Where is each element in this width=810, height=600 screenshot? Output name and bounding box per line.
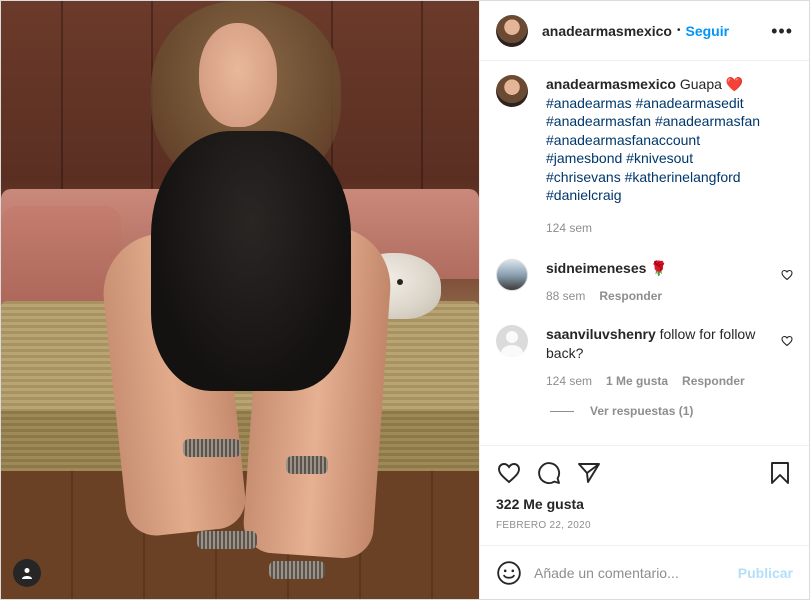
- bookmark-icon: [771, 462, 789, 484]
- paper-plane-icon: [578, 463, 600, 483]
- caption-text: Guapa: [679, 76, 722, 92]
- caption: anadearmasmexico Guapa ❤️ #anadearmas #a…: [496, 75, 793, 235]
- woman-face: [199, 23, 277, 127]
- like-button[interactable]: [496, 460, 522, 486]
- user-tag-button[interactable]: [13, 559, 41, 587]
- dog-eye: [397, 279, 403, 285]
- comment-button[interactable]: [536, 460, 562, 486]
- save-button[interactable]: [767, 460, 793, 486]
- comment-text: 🌹: [650, 259, 668, 276]
- woman-body: [151, 131, 351, 391]
- comments-list[interactable]: anadearmasmexico Guapa ❤️ #anadearmas #a…: [480, 61, 809, 445]
- shoe-strap: [286, 456, 328, 474]
- shoe-strap: [183, 439, 241, 457]
- post-actions: 322 Me gusta FEBRERO 22, 2020: [480, 445, 809, 531]
- avatar[interactable]: [496, 258, 528, 291]
- post-photo[interactable]: [1, 1, 479, 599]
- caption-username[interactable]: anadearmasmexico: [546, 76, 676, 92]
- smiley-icon[interactable]: [496, 560, 522, 586]
- user-tag-icon: [22, 568, 32, 579]
- comment-item: sidneimeneses 🌹 88 sem Responder: [496, 258, 793, 303]
- heart-icon: [498, 463, 520, 484]
- caption-hashtags[interactable]: #anadearmas #anadearmasedit #anadearmasf…: [546, 95, 760, 204]
- comment-username[interactable]: saanviluvshenry: [546, 326, 656, 342]
- comment-likes[interactable]: 1 Me gusta: [606, 374, 668, 388]
- caption-time[interactable]: 124 sem: [546, 221, 592, 235]
- avatar[interactable]: [496, 14, 528, 47]
- reply-button[interactable]: Responder: [599, 289, 662, 303]
- view-replies-button[interactable]: Ver respuestas (1): [550, 404, 793, 418]
- follow-button[interactable]: Seguir: [685, 23, 729, 39]
- more-options-button[interactable]: •••: [771, 22, 793, 40]
- reply-button[interactable]: Responder: [682, 374, 745, 388]
- shoe-sole: [197, 531, 257, 549]
- comment-input[interactable]: [534, 564, 738, 581]
- avatar[interactable]: [496, 75, 528, 107]
- author-username[interactable]: anadearmasmexico: [542, 23, 672, 39]
- comment-bubble-icon: [538, 462, 561, 485]
- heart-emoji: ❤️: [725, 76, 744, 92]
- comment-like-heart-icon[interactable]: [781, 269, 793, 281]
- post-modal: anadearmasmexico • Seguir ••• anadearmas…: [0, 0, 810, 600]
- comment-item: saanviluvshenry follow for follow back? …: [496, 325, 793, 388]
- post-header: anadearmasmexico • Seguir •••: [480, 1, 809, 61]
- post-date[interactable]: FEBRERO 22, 2020: [496, 520, 793, 531]
- publish-button[interactable]: Publicar: [738, 565, 793, 581]
- post-side-panel: anadearmasmexico • Seguir ••• anadearmas…: [479, 1, 809, 599]
- share-button[interactable]: [576, 460, 602, 486]
- likes-count[interactable]: 322 Me gusta: [496, 496, 793, 512]
- comment-like-heart-icon[interactable]: [781, 335, 793, 347]
- add-comment-bar: Publicar: [480, 545, 809, 599]
- replies-divider-line: [550, 410, 574, 412]
- default-avatar[interactable]: [496, 325, 528, 357]
- separator-dot: •: [676, 25, 681, 36]
- view-replies-label: Ver respuestas (1): [590, 404, 694, 418]
- comment-time[interactable]: 124 sem: [546, 374, 592, 388]
- comment-time[interactable]: 88 sem: [546, 289, 585, 303]
- comment-username[interactable]: sidneimeneses: [546, 260, 646, 276]
- shoe-sole: [269, 561, 325, 579]
